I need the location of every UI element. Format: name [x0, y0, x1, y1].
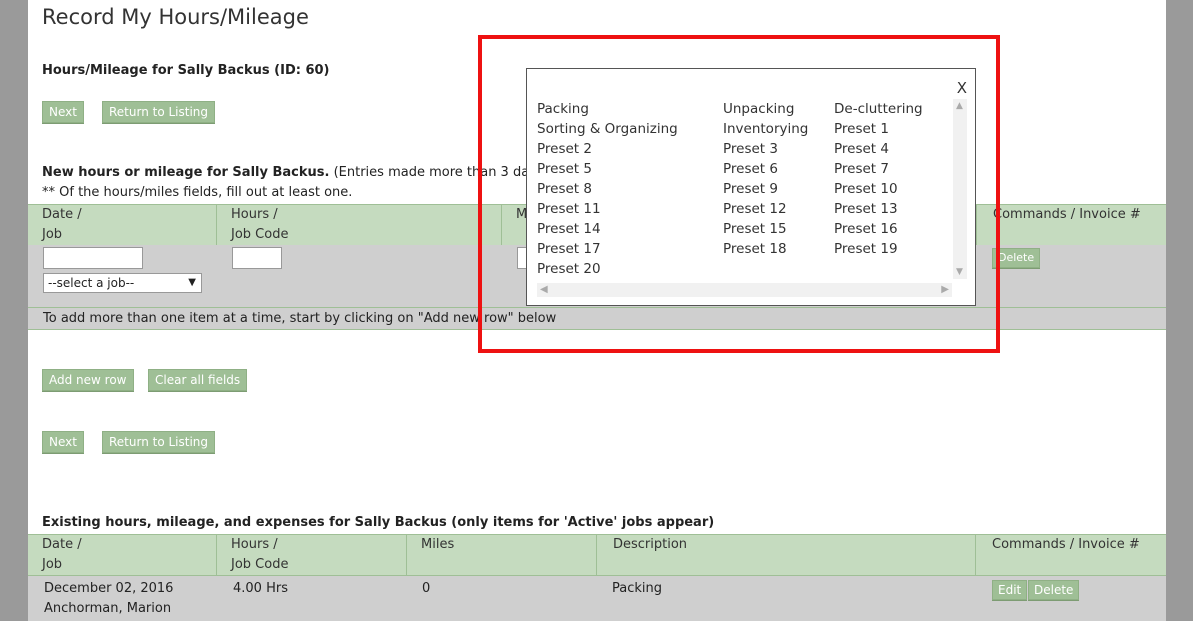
job-code-popup: X Packing Sorting & Organizing Preset 2 …	[526, 68, 976, 306]
existing-col-hours-jobcode: Hours / Job Code	[217, 535, 407, 575]
return-to-listing-button-bottom[interactable]: Return to Listing	[102, 431, 216, 453]
list-item[interactable]: Preset 20	[537, 259, 678, 279]
delete-button[interactable]: Delete	[1028, 580, 1080, 600]
new-entry-heading-bold: New hours or mileage for Sally Backus.	[42, 165, 330, 180]
next-button-bottom[interactable]: Next	[42, 431, 84, 453]
col-hours-label: Hours /	[231, 207, 278, 222]
list-item[interactable]: Preset 3	[723, 139, 808, 159]
row-description: Packing	[612, 581, 663, 596]
fill-note: ** Of the hours/miles fields, fill out a…	[42, 185, 353, 200]
existing-col-jobcode-label: Job Code	[231, 557, 289, 572]
list-item[interactable]: Preset 7	[834, 159, 923, 179]
existing-header-row: Date / Job Hours / Job Code Miles Descri…	[28, 534, 1166, 576]
existing-col-miles: Miles	[407, 535, 597, 575]
scroll-up-icon[interactable]: ▲	[956, 101, 963, 111]
list-item[interactable]: Preset 19	[834, 239, 923, 259]
list-item[interactable]: Preset 10	[834, 179, 923, 199]
existing-col-commands-label: Commands / Invoice #	[992, 537, 1140, 552]
col-date-label: Date /	[42, 207, 82, 222]
existing-col-date-label: Date /	[42, 537, 82, 552]
row-date-job: December 02, 2016 Anchorman, Marion	[44, 579, 173, 619]
existing-col-description: Description	[597, 535, 976, 575]
list-item[interactable]: Sorting & Organizing	[537, 119, 678, 139]
list-item[interactable]: Preset 17	[537, 239, 678, 259]
horizontal-scrollbar[interactable]: ◀ ▶	[537, 283, 952, 297]
row-job: Anchorman, Marion	[44, 601, 172, 616]
job-code-list: Packing Sorting & Organizing Preset 2 Pr…	[537, 99, 952, 281]
row-hours: 4.00 Hrs	[233, 581, 288, 596]
list-item[interactable]: Preset 15	[723, 219, 808, 239]
list-item[interactable]: Preset 4	[834, 139, 923, 159]
list-item[interactable]: Preset 12	[723, 199, 808, 219]
scroll-down-icon[interactable]: ▼	[956, 267, 963, 277]
return-to-listing-button-top[interactable]: Return to Listing	[102, 101, 216, 123]
job-code-column-1: Packing Sorting & Organizing Preset 2 Pr…	[537, 99, 678, 279]
existing-col-description-label: Description	[613, 537, 688, 552]
scroll-right-icon[interactable]: ▶	[941, 284, 949, 295]
list-item[interactable]: Preset 2	[537, 139, 678, 159]
job-select-value: --select a job--	[48, 276, 135, 290]
existing-col-commands: Commands / Invoice #	[976, 535, 1166, 575]
list-item[interactable]: Packing	[537, 99, 678, 119]
list-item[interactable]: Preset 16	[834, 219, 923, 239]
list-item[interactable]: Preset 8	[537, 179, 678, 199]
clear-all-fields-button[interactable]: Clear all fields	[148, 369, 248, 391]
row-date: December 02, 2016	[44, 581, 174, 596]
table-row: December 02, 2016 Anchorman, Marion 4.00…	[28, 576, 1166, 621]
col-header-date-job: Date / Job	[28, 205, 217, 245]
col-commands-label: Commands / Invoice #	[993, 207, 1141, 222]
list-item[interactable]: Preset 5	[537, 159, 678, 179]
row-miles: 0	[422, 581, 431, 596]
list-item[interactable]: Preset 6	[723, 159, 808, 179]
job-code-column-3: De-cluttering Preset 1 Preset 4 Preset 7…	[834, 99, 923, 259]
job-select[interactable]: --select a job-- ▼	[43, 273, 202, 293]
col-header-commands: Commands / Invoice #	[976, 205, 1166, 245]
add-new-row-button[interactable]: Add new row	[42, 369, 134, 391]
page-title: Record My Hours/Mileage	[42, 5, 309, 29]
col-jobcode-label: Job Code	[231, 227, 289, 242]
list-item[interactable]: Preset 9	[723, 179, 808, 199]
scroll-left-icon[interactable]: ◀	[540, 284, 548, 295]
date-input[interactable]	[43, 247, 143, 269]
list-item[interactable]: Unpacking	[723, 99, 808, 119]
hours-for-heading: Hours/Mileage for Sally Backus (ID: 60)	[42, 63, 330, 78]
list-item[interactable]: Preset 18	[723, 239, 808, 259]
chevron-down-icon: ▼	[188, 277, 196, 288]
list-item[interactable]: Preset 11	[537, 199, 678, 219]
job-code-column-2: Unpacking Inventorying Preset 3 Preset 6…	[723, 99, 808, 259]
list-item[interactable]: Preset 13	[834, 199, 923, 219]
vertical-scrollbar[interactable]: ▲ ▼	[953, 99, 967, 279]
list-item[interactable]: Inventorying	[723, 119, 808, 139]
existing-col-job-label: Job	[42, 557, 63, 572]
next-button-top[interactable]: Next	[42, 101, 84, 123]
hours-input[interactable]	[232, 247, 282, 269]
col-job-label: Job	[42, 227, 63, 242]
existing-col-date-job: Date / Job	[28, 535, 217, 575]
existing-col-hours-label: Hours /	[231, 537, 278, 552]
existing-heading: Existing hours, mileage, and expenses fo…	[42, 515, 715, 530]
list-item[interactable]: De-cluttering	[834, 99, 923, 119]
col-header-hours-jobcode: Hours / Job Code	[217, 205, 502, 245]
list-item[interactable]: Preset 14	[537, 219, 678, 239]
close-icon[interactable]: X	[957, 79, 967, 97]
list-item[interactable]: Preset 1	[834, 119, 923, 139]
edit-button[interactable]: Edit	[992, 580, 1028, 600]
existing-col-miles-label: Miles	[421, 537, 455, 552]
